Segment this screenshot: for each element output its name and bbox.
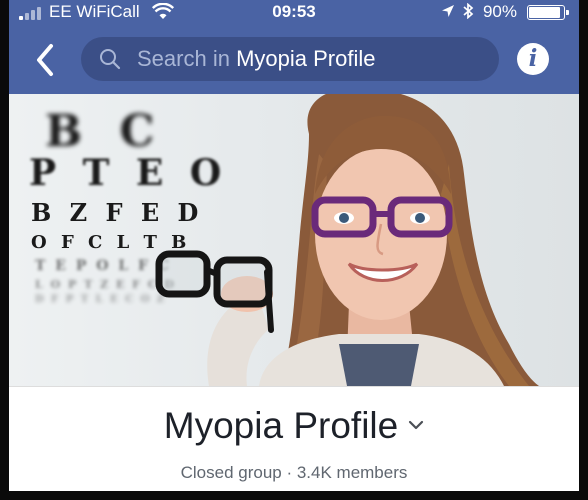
- chevron-down-icon[interactable]: [408, 419, 424, 431]
- status-right: 90%: [441, 2, 517, 22]
- location-arrow-icon: [441, 5, 454, 17]
- girl-with-glasses-illustration: [155, 94, 539, 386]
- search-placeholder: Search in Myopia Profile: [137, 46, 376, 71]
- group-name[interactable]: Myopia Profile: [9, 405, 579, 447]
- group-search-bar[interactable]: Search in Myopia Profile: [81, 37, 499, 81]
- info-icon[interactable]: i: [517, 43, 549, 75]
- battery-icon: [527, 5, 569, 20]
- group-header: Myopia Profile Closed group · 3.4K membe…: [9, 386, 579, 491]
- group-cover-photo[interactable]: B C P T E O B Z F E D O F C L T B T E P …: [9, 94, 579, 386]
- battery-percent: 90%: [482, 2, 517, 21]
- status-bar: EE WiFiCall 09:53 90%: [9, 0, 579, 24]
- back-chevron-icon[interactable]: [31, 40, 61, 80]
- group-privacy-members: Closed group · 3.4K members: [180, 463, 408, 482]
- group-name-text: Myopia Profile: [163, 405, 399, 446]
- top-bar: EE WiFiCall 09:53 90% Search in Myopia P…: [9, 0, 579, 94]
- app-frame: EE WiFiCall 09:53 90% Search in Myopia P…: [9, 0, 579, 491]
- bluetooth-icon: [463, 2, 474, 20]
- search-icon: [100, 49, 121, 70]
